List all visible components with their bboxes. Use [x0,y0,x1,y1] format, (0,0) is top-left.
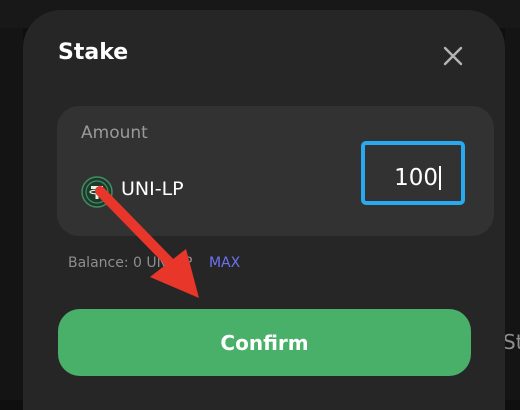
close-icon [443,46,463,66]
tether-icon [81,176,113,208]
max-button[interactable]: MAX [209,255,240,271]
token-name: UNI-LP [121,178,184,200]
amount-input[interactable]: 100 [361,141,465,205]
confirm-button-label: Confirm [220,330,309,355]
background-panel-left [0,28,23,400]
text-caret [439,166,441,190]
close-button[interactable] [439,42,467,70]
background-tab-label[interactable]: St [503,330,520,354]
amount-input-value: 100 [394,165,438,191]
balance-row: Balance: 0 UNI-LP MAX [68,255,240,271]
amount-panel: Amount UNI-LP 100 [57,106,494,236]
modal-title: Stake [58,40,129,65]
stake-modal: Stake Amount UNI-LP 100 Balance: 0 UNI-L… [23,10,505,410]
amount-label: Amount [81,123,148,143]
confirm-button[interactable]: Confirm [58,309,471,376]
balance-text: Balance: 0 UNI-LP [68,255,193,271]
